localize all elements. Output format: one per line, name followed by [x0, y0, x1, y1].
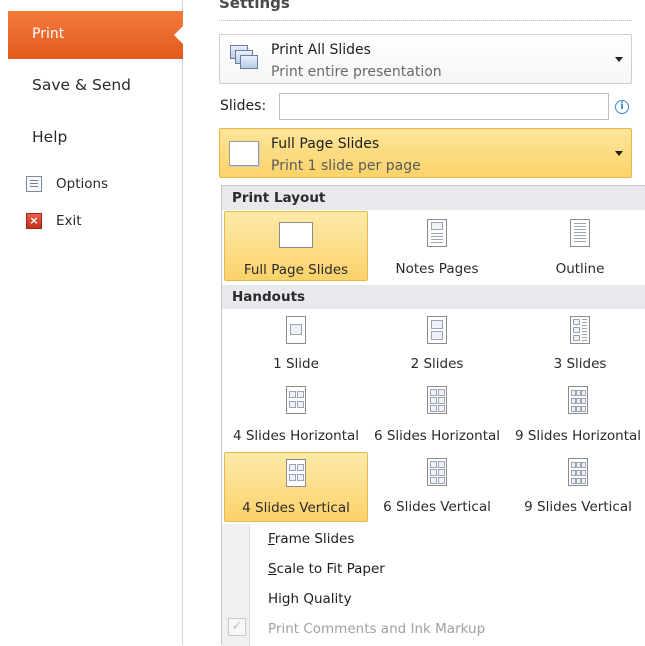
- tile-label: 9 Slides Horizontal: [514, 428, 642, 444]
- layout-notes-pages[interactable]: Notes Pages: [365, 211, 509, 281]
- nine-slides-horizontal-icon: [568, 386, 588, 414]
- handout-9-slides-horizontal[interactable]: 9 Slides Horizontal: [508, 382, 645, 452]
- notes-pages-icon: [427, 219, 447, 247]
- one-slide-icon: [286, 316, 306, 344]
- dropdown-arrow-icon: [615, 151, 623, 156]
- nav-print[interactable]: Print: [8, 11, 184, 59]
- nav-exit[interactable]: × Exit: [26, 213, 82, 229]
- high-quality-option[interactable]: High Quality: [268, 591, 352, 607]
- handout-3-slides[interactable]: 3 Slides: [508, 310, 645, 380]
- nav-exit-label: Exit: [56, 213, 82, 229]
- options-icon: [26, 176, 42, 192]
- six-slides-horizontal-icon: [427, 386, 447, 414]
- scale-to-fit-accesskey: S: [268, 561, 277, 577]
- nav-options[interactable]: Options: [26, 176, 108, 192]
- tile-label: Full Page Slides: [243, 262, 349, 278]
- slides-input[interactable]: [279, 93, 609, 120]
- exit-icon: ×: [26, 213, 42, 229]
- tile-label: Outline: [555, 261, 605, 277]
- full-page-icon: [279, 222, 313, 248]
- print-range-dropdown[interactable]: Print All Slides Print entire presentati…: [219, 34, 632, 84]
- tile-label: 6 Slides Horizontal: [373, 428, 501, 444]
- frame-slides-label: rame Slides: [274, 531, 355, 547]
- backstage-nav: Print Save & Send Help Options × Exit: [0, 0, 184, 645]
- tile-label: 4 Slides Horizontal: [232, 428, 360, 444]
- handouts-header: Handouts: [222, 285, 645, 309]
- scale-to-fit-option[interactable]: Scale to Fit Paper: [268, 561, 385, 577]
- comments-checkbox: ✓: [228, 618, 246, 636]
- tile-label: 9 Slides Vertical: [524, 499, 632, 515]
- layout-outline[interactable]: Outline: [508, 211, 645, 281]
- two-slides-icon: [427, 316, 447, 344]
- outline-icon: [570, 219, 590, 247]
- four-slides-vertical-icon: [286, 459, 306, 487]
- three-slides-icon: [570, 316, 590, 344]
- six-slides-vertical-icon: [427, 458, 447, 486]
- four-slides-horizontal-icon: [286, 386, 306, 414]
- handout-2-slides[interactable]: 2 Slides: [365, 310, 509, 380]
- slides-stack-icon: [230, 45, 260, 75]
- print-comments-option: Print Comments and Ink Markup: [268, 621, 486, 637]
- nav-print-label: Print: [32, 26, 65, 42]
- nav-save-send[interactable]: Save & Send: [32, 76, 131, 94]
- slides-label: Slides:: [220, 98, 267, 114]
- frame-slides-accesskey: F: [268, 531, 275, 547]
- tile-label: 6 Slides Vertical: [383, 499, 491, 515]
- handout-4-slides-vertical[interactable]: 4 Slides Vertical: [224, 452, 368, 522]
- print-range-subtitle: Print entire presentation: [271, 64, 442, 80]
- print-layout-header: Print Layout: [222, 186, 645, 210]
- tile-label: 4 Slides Vertical: [242, 500, 350, 516]
- tile-label: Notes Pages: [395, 261, 479, 277]
- layout-full-page-slides[interactable]: Full Page Slides: [224, 211, 368, 281]
- info-icon[interactable]: i: [615, 100, 629, 114]
- selection-notch: [174, 25, 184, 45]
- handout-9-slides-vertical[interactable]: 9 Slides Vertical: [508, 452, 645, 522]
- print-range-title: Print All Slides: [271, 42, 371, 58]
- handout-4-slides-horizontal[interactable]: 4 Slides Horizontal: [224, 382, 368, 452]
- scale-to-fit-label: cale to Fit Paper: [276, 561, 385, 577]
- print-layout-menu: Print Layout Full Page Slides Notes Page…: [221, 185, 645, 646]
- full-page-slide-icon: [229, 141, 259, 166]
- settings-title: Settings: [219, 0, 290, 12]
- print-layout-dropdown[interactable]: Full Page Slides Print 1 slide per page: [219, 128, 632, 178]
- frame-slides-option[interactable]: Frame Slides: [268, 531, 354, 547]
- settings-divider: [219, 20, 632, 21]
- print-layout-title: Full Page Slides: [271, 136, 380, 152]
- handout-1-slide[interactable]: 1 Slide: [224, 310, 368, 380]
- nine-slides-vertical-icon: [568, 458, 588, 486]
- dropdown-arrow-icon: [615, 57, 623, 62]
- handout-6-slides-vertical[interactable]: 6 Slides Vertical: [365, 452, 509, 522]
- handout-6-slides-horizontal[interactable]: 6 Slides Horizontal: [365, 382, 509, 452]
- tile-label: 1 Slide: [273, 356, 319, 372]
- tile-label: 3 Slides: [553, 356, 607, 372]
- nav-help[interactable]: Help: [32, 128, 67, 146]
- print-layout-subtitle: Print 1 slide per page: [271, 158, 421, 174]
- tile-label: 2 Slides: [410, 356, 464, 372]
- nav-options-label: Options: [56, 176, 109, 192]
